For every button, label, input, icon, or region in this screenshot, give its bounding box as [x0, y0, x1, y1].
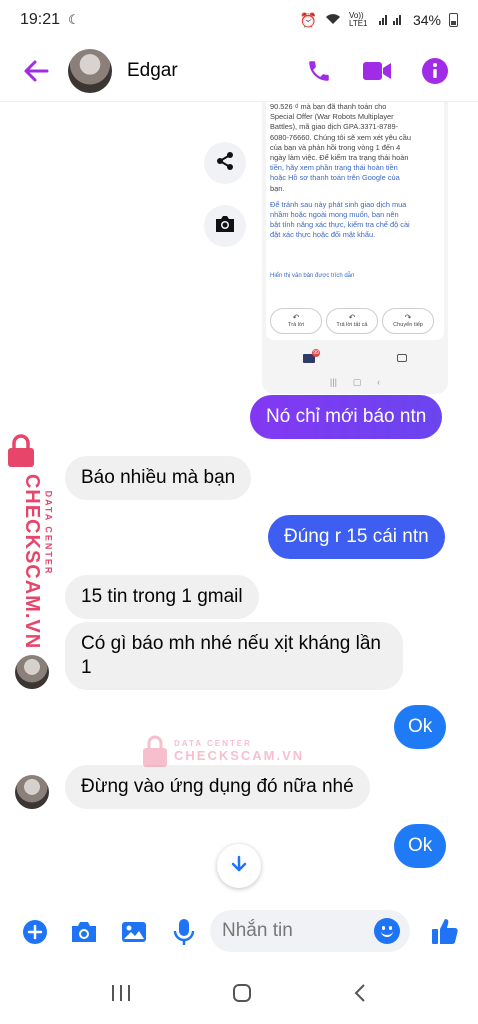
watermark-center: DATA CENTER CHECKSCAM.VN: [142, 734, 304, 768]
quoted-text-link: Hiển thị văn bản được trích dẫn: [270, 273, 355, 279]
message-text: Báo nhiều mà bạn: [81, 467, 236, 488]
share-button[interactable]: [204, 142, 246, 184]
message-text: Nó chỉ mới báo ntn: [266, 406, 427, 427]
forward-button: ↷ Chuyển tiếp: [382, 308, 434, 334]
reply-all-button: ↶ Trả lời tất cả: [326, 308, 378, 334]
lock-icon: [8, 434, 34, 467]
shared-screenshot-image[interactable]: 90.526 ₫ mà bạn đã thanh toán cho Specia…: [262, 102, 448, 394]
email-tabbar: 99: [262, 346, 448, 370]
system-nav-bar: [0, 966, 478, 1024]
header-actions: [304, 56, 450, 86]
message-text: Đúng r 15 cái ntn: [284, 526, 429, 547]
emoji-icon[interactable]: [374, 918, 400, 944]
message-bubble-sent[interactable]: Ok: [394, 705, 447, 749]
scroll-to-bottom-button[interactable]: [217, 844, 261, 888]
do-not-disturb-icon: ☾: [68, 12, 80, 27]
mail-icon: 99: [303, 348, 320, 363]
message-bubble-received[interactable]: 15 tin trong 1 gmail: [65, 575, 259, 619]
like-icon[interactable]: [430, 916, 460, 946]
signal-icon: [378, 12, 405, 28]
message-bubble-sent[interactable]: Đúng r 15 cái ntn: [268, 515, 445, 559]
message-text: Ok: [408, 716, 433, 737]
meet-icon: [397, 354, 407, 362]
watermark-vertical: DATA CENTER CHECKSCAM.VN: [4, 434, 54, 649]
message-bubble-received[interactable]: Báo nhiều mà bạn: [65, 456, 252, 500]
back-icon: ‹: [377, 377, 381, 387]
save-photo-button[interactable]: [204, 205, 246, 247]
home-icon[interactable]: [232, 983, 252, 1008]
reply-button: ↶ Trả lời: [270, 308, 322, 334]
contact-avatar[interactable]: [68, 48, 112, 93]
status-time: 19:21: [20, 11, 61, 28]
composer-bar: Nhắn tin: [0, 898, 478, 966]
message-text: Đừng vào ứng dụng đó nữa nhé: [81, 776, 354, 797]
battery-icon: [449, 13, 458, 27]
watermark-label: DATA CENTER: [43, 490, 54, 576]
camera-icon[interactable]: [69, 917, 99, 947]
share-icon: [215, 151, 235, 176]
wifi-icon: [325, 12, 341, 28]
email-navbar: ||| ▢ ‹: [262, 372, 448, 392]
info-icon[interactable]: [420, 56, 450, 86]
contact-name[interactable]: Edgar: [127, 60, 178, 82]
message-input[interactable]: Nhắn tin: [210, 910, 410, 952]
status-bar: 19:21 ☾ ⏰ Vo)) LTE1 34%: [0, 0, 478, 40]
add-icon[interactable]: [20, 917, 50, 947]
mic-icon[interactable]: [169, 917, 199, 947]
watermark-brand: CHECKSCAM.VN: [21, 473, 44, 650]
message-bubble-received[interactable]: Đừng vào ứng dụng đó nữa nhé: [65, 765, 370, 809]
recents-icon: |||: [329, 377, 337, 387]
watermark-label: DATA CENTER: [174, 739, 252, 748]
phone-icon[interactable]: [304, 56, 334, 86]
contact-avatar-small[interactable]: [15, 655, 49, 689]
back-arrow-icon[interactable]: [18, 53, 54, 89]
home-icon: ▢: [352, 376, 362, 387]
network-label: Vo)) LTE1: [348, 11, 368, 28]
message-bubble-sent[interactable]: Ok: [394, 824, 447, 868]
status-right: ⏰ Vo)) LTE1 34%: [300, 12, 458, 29]
video-icon[interactable]: [362, 56, 392, 86]
contact-avatar-small[interactable]: [15, 775, 49, 809]
arrow-down-icon: [230, 855, 248, 878]
email-reply-buttons: ↶ Trả lời ↶ Trả lời tất cả ↷ Chuyển tiếp: [270, 308, 434, 334]
message-bubble-received[interactable]: Có gì báo mh nhé nếu xịt kháng lần 1: [65, 622, 403, 690]
message-bubble-sent[interactable]: Nó chỉ mới báo ntn: [250, 395, 443, 439]
message-text: Có gì báo mh nhé nếu xịt kháng lần 1: [81, 633, 381, 678]
message-text: 15 tin trong 1 gmail: [81, 586, 243, 607]
watermark-brand: CHECKSCAM.VN: [174, 748, 305, 763]
recents-icon[interactable]: [111, 984, 131, 1007]
message-input-placeholder: Nhắn tin: [222, 920, 293, 941]
chat-header: Edgar: [0, 40, 478, 102]
message-text: Ok: [408, 835, 433, 856]
email-body: 90.526 ₫ mà bạn đã thanh toán cho Specia…: [270, 102, 411, 240]
camera-icon: [214, 215, 236, 238]
email-preview: 90.526 ₫ mà bạn đã thanh toán cho Specia…: [266, 102, 444, 340]
battery-percent: 34%: [412, 12, 441, 28]
back-icon[interactable]: [353, 983, 367, 1008]
alarm-icon: ⏰: [299, 11, 317, 28]
gallery-icon[interactable]: [119, 917, 149, 947]
lock-icon: [143, 735, 167, 767]
message-list[interactable]: 90.526 ₫ mà bạn đã thanh toán cho Specia…: [0, 102, 478, 898]
